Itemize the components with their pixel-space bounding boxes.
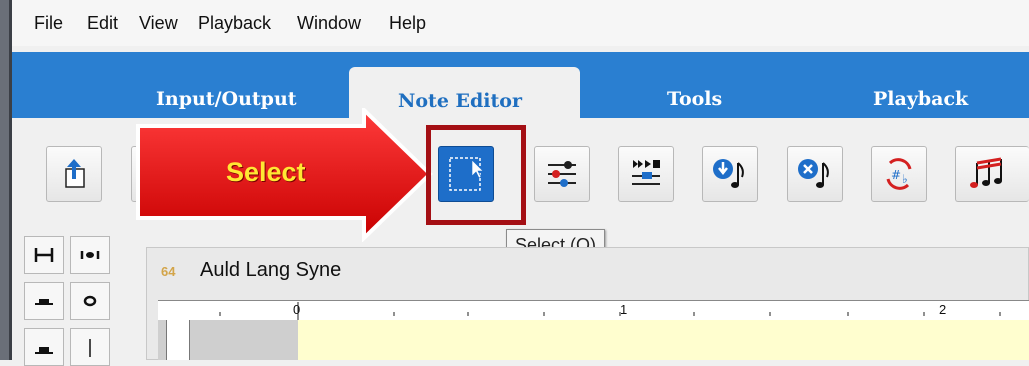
menu-edit[interactable]: Edit	[87, 13, 118, 34]
rest-bar-icon	[35, 347, 53, 354]
tuplet-icon	[80, 251, 100, 259]
menu-view[interactable]: View	[139, 13, 178, 34]
note-stem-icon	[89, 339, 91, 357]
tab-tools[interactable]: Tools	[667, 88, 722, 110]
palette-beam-button[interactable]	[24, 236, 64, 274]
palette-tuplet-button[interactable]	[70, 236, 110, 274]
beam-notes-button[interactable]	[955, 146, 1029, 202]
tab-input-output[interactable]: Input/Output	[156, 88, 297, 110]
menu-window[interactable]: Window	[297, 13, 361, 34]
note-delete-icon	[798, 159, 829, 188]
export-icon	[65, 159, 85, 188]
whole-note-icon	[83, 295, 97, 307]
sliders-icon	[548, 161, 576, 187]
palette-whole-note-button[interactable]	[70, 282, 110, 320]
score-title: Auld Lang Syne	[200, 259, 342, 281]
note-down-icon	[713, 159, 744, 188]
svg-text:#: #	[891, 168, 901, 182]
select-tool-icon	[449, 157, 484, 191]
beam-bar-icon	[34, 248, 54, 262]
score-canvas[interactable]	[298, 320, 1029, 360]
palette-half-note-button[interactable]	[70, 328, 110, 366]
staff-label-column	[166, 320, 190, 360]
delete-note-button[interactable]	[787, 146, 843, 202]
palette-rest-button[interactable]	[24, 282, 64, 320]
callout-label: Select	[226, 157, 306, 187]
menu-help[interactable]: Help	[389, 13, 426, 34]
menu-file[interactable]: File	[34, 13, 63, 34]
score-file-icon: 64	[161, 264, 176, 279]
mixer-button[interactable]	[534, 146, 590, 202]
insert-note-button[interactable]	[702, 146, 758, 202]
ruler-ticks	[219, 302, 1001, 320]
half-rest-icon	[35, 299, 53, 305]
window-border	[0, 0, 12, 360]
transpose-button[interactable]: # ♭	[871, 146, 927, 202]
transpose-icon: # ♭	[886, 158, 912, 190]
export-button[interactable]	[46, 146, 102, 202]
menu-bar: File Edit View Playback Window Help	[12, 0, 1029, 46]
tab-playback[interactable]: Playback	[873, 88, 968, 110]
transport-icon	[632, 160, 660, 185]
select-tool-button[interactable]	[438, 146, 494, 202]
menu-playback[interactable]: Playback	[198, 13, 271, 34]
svg-text:♭: ♭	[902, 172, 908, 186]
beamed-notes-icon	[969, 157, 1002, 188]
palette-quarter-rest-button[interactable]	[24, 328, 64, 366]
transport-button[interactable]	[618, 146, 674, 202]
